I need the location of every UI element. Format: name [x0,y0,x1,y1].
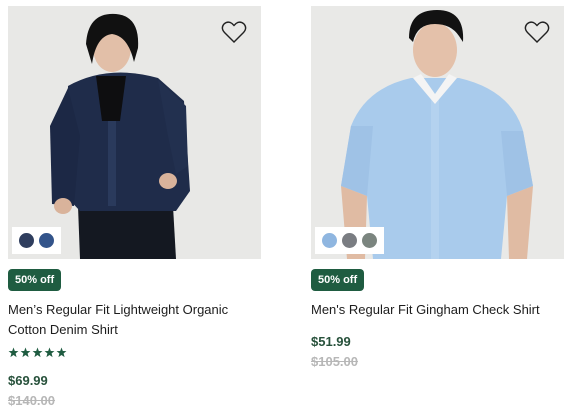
product-card[interactable]: 50% off Men's Regular Fit Gingham Check … [311,6,564,369]
color-swatch[interactable] [19,233,34,248]
sale-price: $69.99 [8,373,48,388]
original-price: $140.00 [8,393,55,408]
wishlist-heart-icon[interactable] [524,20,550,44]
product-name[interactable]: Men’s Regular Fit Lightweight Organic Co… [8,300,258,340]
star-icon [44,347,55,358]
color-swatch[interactable] [342,233,357,248]
star-icon [8,347,19,358]
rating-stars [8,347,261,359]
color-swatch[interactable] [39,233,54,248]
original-price: $105.00 [311,354,358,369]
sale-price: $51.99 [311,334,351,349]
wishlist-heart-icon[interactable] [221,20,247,44]
product-name[interactable]: Men's Regular Fit Gingham Check Shirt [311,300,561,320]
color-swatch[interactable] [322,233,337,248]
product-card[interactable]: 50% off Men’s Regular Fit Lightweight Or… [8,6,261,408]
star-icon [56,347,67,358]
discount-badge: 50% off [311,269,365,291]
product-image[interactable] [311,6,564,259]
discount-badge: 50% off [8,269,62,291]
product-image[interactable] [8,6,261,259]
color-swatches [12,227,61,254]
color-swatches [315,227,384,254]
star-icon [20,347,31,358]
color-swatch[interactable] [362,233,377,248]
star-icon [32,347,43,358]
